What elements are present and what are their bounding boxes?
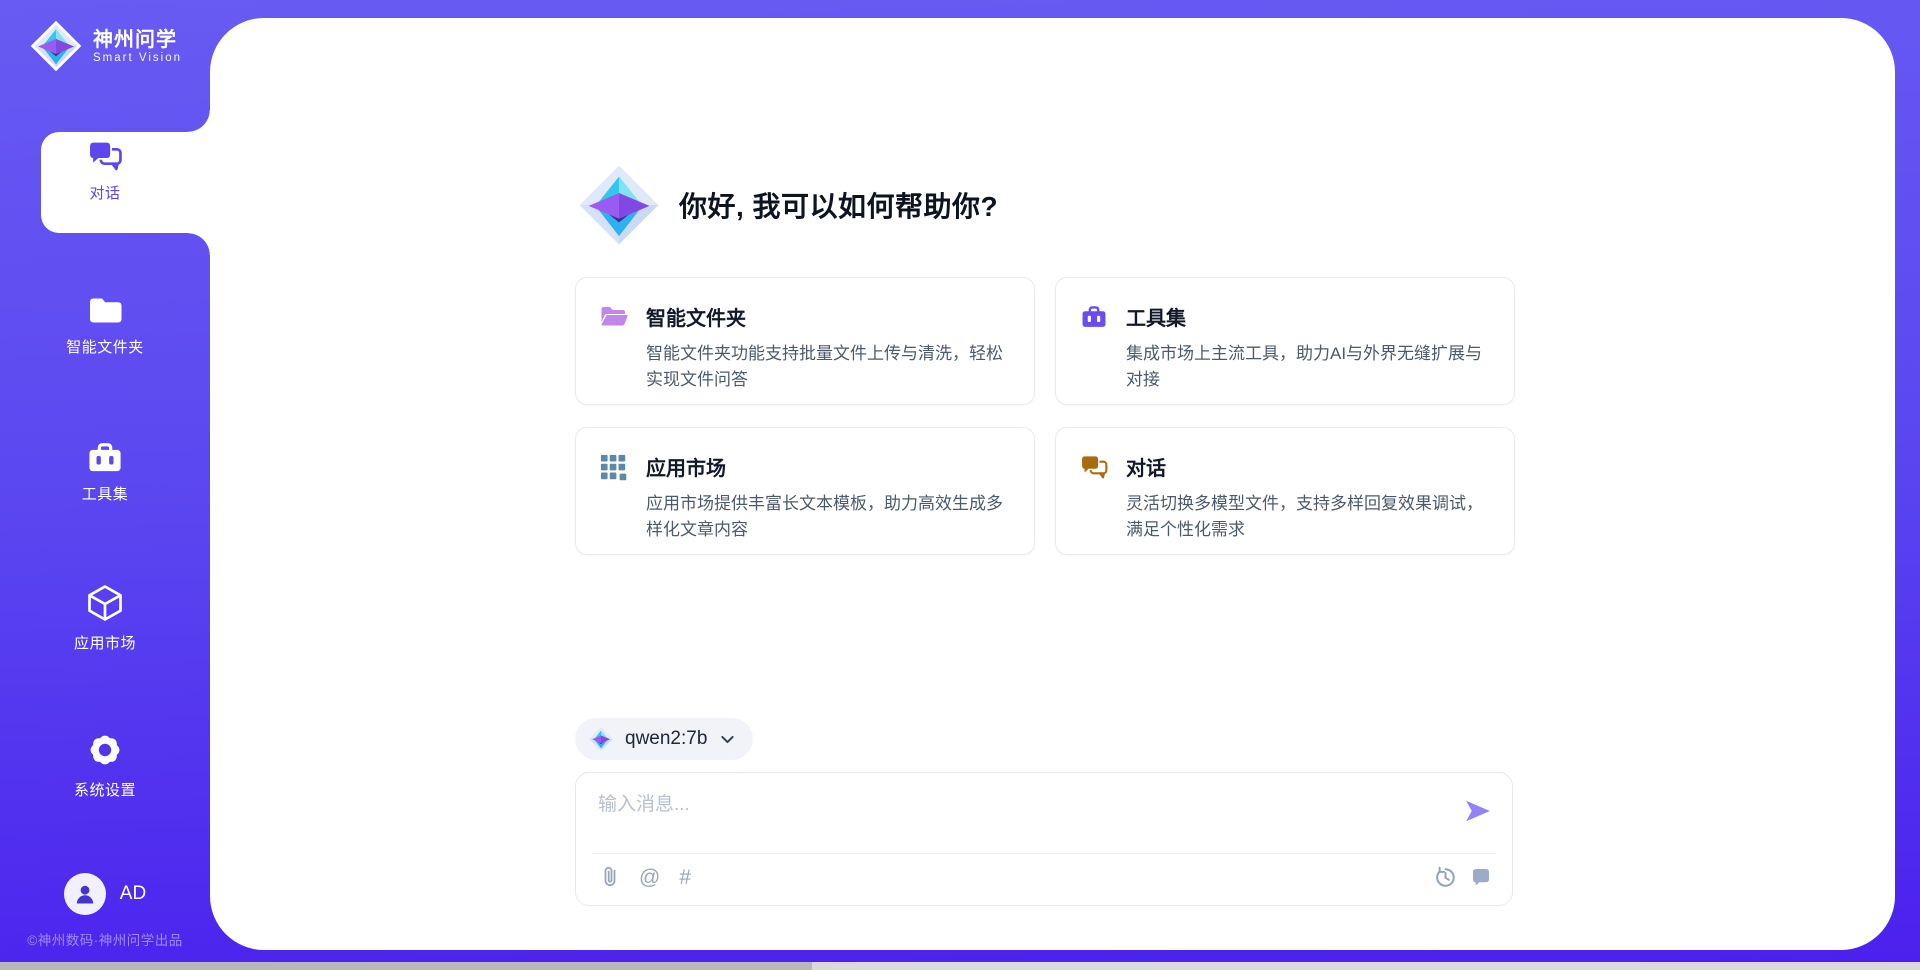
card-description: 集成市场上主流工具，助力AI与外界无缝扩展与对接 [1126, 341, 1488, 392]
send-icon[interactable] [1464, 797, 1492, 825]
folder-open-icon [600, 302, 630, 404]
message-input[interactable] [598, 789, 1428, 847]
card-body: 智能文件夹 智能文件夹功能支持批量文件上传与清洗，轻松实现文件问答 [646, 302, 1008, 404]
sidebar-item-chat[interactable]: 对话 [0, 140, 210, 203]
folder-icon [87, 293, 124, 327]
sidebar: 神州问学 Smart Vision 对话 智能文件夹 工具集 应用市场 系统设置 [0, 0, 210, 970]
brand-subtitle: Smart Vision [93, 52, 182, 64]
sidebar-item-label: 对话 [89, 182, 120, 203]
sidebar-item-label: 系统设置 [74, 779, 136, 800]
card-body: 应用市场 应用市场提供丰富长文本模板，助力高效生成多样化文章内容 [646, 452, 1008, 554]
card-toolset[interactable]: 工具集 集成市场上主流工具，助力AI与外界无缝扩展与对接 [1055, 277, 1515, 405]
brand-name: 神州问学 [93, 29, 182, 52]
feedback-bubble-icon[interactable] [1471, 867, 1491, 887]
feature-cards: 智能文件夹 智能文件夹功能支持批量文件上传与清洗，轻松实现文件问答 工具集 集成… [575, 277, 1515, 555]
grid-icon [600, 452, 630, 554]
card-title: 智能文件夹 [646, 302, 1008, 331]
main-panel: 你好, 我可以如何帮助你? 智能文件夹 智能文件夹功能支持批量文件上传与清洗，轻… [210, 18, 1895, 950]
sidebar-item-app-market[interactable]: 应用市场 [0, 583, 210, 653]
card-body: 对话 灵活切换多模型文件，支持多样回复效果调试，满足个性化需求 [1126, 452, 1488, 554]
history-icon[interactable] [1434, 866, 1456, 888]
sidebar-item-label: 应用市场 [74, 632, 136, 653]
composer-toolbar: @ # [600, 865, 691, 889]
scrollbar-thumb[interactable] [0, 962, 812, 970]
gear-icon [85, 730, 125, 770]
message-composer: @ # [575, 772, 1513, 906]
avatar [64, 873, 106, 915]
card-description: 应用市场提供丰富长文本模板，助力高效生成多样化文章内容 [646, 491, 1008, 542]
model-selector[interactable]: qwen2:7b [575, 718, 753, 760]
sidebar-item-label: 工具集 [82, 483, 129, 504]
model-gem-icon [588, 726, 614, 752]
model-name: qwen2:7b [625, 728, 707, 750]
card-title: 工具集 [1126, 302, 1488, 331]
sidebar-item-toolset[interactable]: 工具集 [0, 440, 210, 504]
brand-text: 神州问学 Smart Vision [93, 29, 182, 64]
card-body: 工具集 集成市场上主流工具，助力AI与外界无缝扩展与对接 [1126, 302, 1488, 404]
attachment-icon[interactable] [600, 865, 620, 889]
topic-icon[interactable]: # [679, 867, 691, 888]
composer-right-toolbar [1434, 866, 1491, 888]
chat-icon [87, 140, 123, 173]
app-root: 神州问学 Smart Vision 对话 智能文件夹 工具集 应用市场 系统设置 [0, 0, 1920, 970]
person-icon [74, 883, 96, 905]
sidebar-item-label: 智能文件夹 [66, 336, 144, 357]
composer-divider [592, 853, 1496, 854]
card-title: 对话 [1126, 452, 1488, 481]
toolbox-icon [1080, 302, 1110, 404]
horizontal-scrollbar[interactable] [0, 962, 1920, 970]
chat-icon [1080, 452, 1110, 554]
sidebar-item-settings[interactable]: 系统设置 [0, 730, 210, 800]
chevron-down-icon [718, 730, 737, 749]
card-description: 灵活切换多模型文件，支持多样回复效果调试，满足个性化需求 [1126, 491, 1488, 542]
greeting-text: 你好, 我可以如何帮助你? [679, 185, 998, 225]
card-smart-folder[interactable]: 智能文件夹 智能文件夹功能支持批量文件上传与清洗，轻松实现文件问答 [575, 277, 1035, 405]
user-name: AD [120, 883, 146, 905]
brand-gem-icon [30, 20, 82, 72]
sidebar-item-smart-folder[interactable]: 智能文件夹 [0, 293, 210, 357]
greeting-gem-icon [575, 161, 663, 249]
copyright-text: ©神州数码·神州问学出品 [0, 929, 210, 949]
greeting: 你好, 我可以如何帮助你? [575, 161, 998, 249]
toolbox-icon [86, 440, 124, 474]
mention-icon[interactable]: @ [639, 867, 660, 888]
brand-logo: 神州问学 Smart Vision [30, 20, 182, 72]
card-chat[interactable]: 对话 灵活切换多模型文件，支持多样回复效果调试，满足个性化需求 [1055, 427, 1515, 555]
card-description: 智能文件夹功能支持批量文件上传与清洗，轻松实现文件问答 [646, 341, 1008, 392]
cube-icon [85, 583, 125, 623]
card-app-market[interactable]: 应用市场 应用市场提供丰富长文本模板，助力高效生成多样化文章内容 [575, 427, 1035, 555]
user-profile[interactable]: AD [0, 873, 210, 915]
card-title: 应用市场 [646, 452, 1008, 481]
